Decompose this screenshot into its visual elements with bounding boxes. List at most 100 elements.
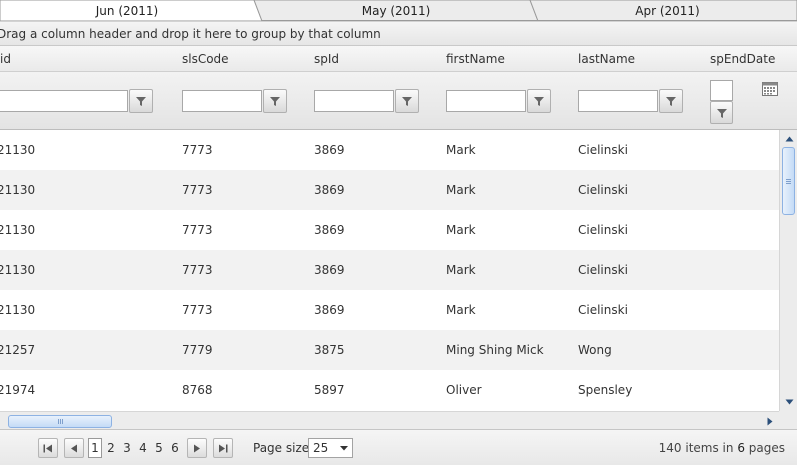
pages-count: 6 xyxy=(737,441,745,455)
spid-filter-input[interactable] xyxy=(314,90,394,112)
tab-label: May (2011) xyxy=(361,3,431,18)
arrow-right-icon xyxy=(767,417,773,425)
horizontal-scrollbar[interactable] xyxy=(0,411,779,429)
cell-firstname: Mark xyxy=(446,303,476,317)
page-size-select[interactable]: 25 xyxy=(308,438,353,458)
lastname-filter-button[interactable] xyxy=(659,89,683,113)
cell-lastname: Cielinski xyxy=(578,263,628,277)
calendar-icon xyxy=(762,82,778,96)
table-row[interactable]: 21130 7773 3869 Mark Cielinski xyxy=(0,210,779,250)
cell-firstname: Mark xyxy=(446,223,476,237)
cell-id: 21130 xyxy=(0,263,36,277)
page-number-1[interactable]: 1 xyxy=(88,438,102,458)
column-header-firstname[interactable]: firstName xyxy=(446,46,505,72)
cell-lastname: Wong xyxy=(578,343,612,357)
pages-text: pages xyxy=(744,441,785,455)
slscode-filter-button[interactable] xyxy=(263,89,287,113)
column-header-spid[interactable]: spId xyxy=(314,46,339,72)
page-size-value: 25 xyxy=(313,441,329,455)
cell-firstname: Mark xyxy=(446,263,476,277)
cell-spid: 3869 xyxy=(314,223,345,237)
tab-label: Jun (2011) xyxy=(95,3,159,18)
previous-page-button[interactable] xyxy=(64,438,84,458)
firstname-filter-button[interactable] xyxy=(527,89,551,113)
last-page-icon xyxy=(219,444,228,452)
cell-slscode: 7779 xyxy=(182,343,213,357)
group-by-hint: Drag a column header and drop it here to… xyxy=(0,26,381,41)
filter-icon xyxy=(716,108,727,118)
cell-lastname: Spensley xyxy=(578,383,633,397)
group-by-panel[interactable]: Drag a column header and drop it here to… xyxy=(0,21,797,46)
vertical-scrollbar[interactable] xyxy=(779,130,797,411)
last-page-button[interactable] xyxy=(213,438,233,458)
column-header-id[interactable]: id xyxy=(0,46,11,72)
table-row[interactable]: 21130 7773 3869 Mark Cielinski xyxy=(0,290,779,330)
items-text: items in xyxy=(681,441,738,455)
tab-label: Apr (2011) xyxy=(635,3,700,18)
spenddate-filter-button[interactable] xyxy=(710,101,733,124)
cell-spid: 3869 xyxy=(314,303,345,317)
tab-may-2011[interactable]: May (2011) xyxy=(262,0,530,21)
cell-lastname: Cielinski xyxy=(578,303,628,317)
id-filter-button[interactable] xyxy=(129,89,153,113)
calendar-button[interactable] xyxy=(762,82,780,98)
id-filter-input[interactable] xyxy=(0,90,128,112)
scroll-down-button[interactable] xyxy=(781,394,797,410)
column-header-spenddate[interactable]: spEndDate xyxy=(710,46,775,72)
table-row[interactable]: 21974 8768 5897 Oliver Spensley xyxy=(0,370,779,410)
filter-row xyxy=(0,72,797,130)
filter-icon xyxy=(534,97,544,106)
first-page-icon xyxy=(43,444,52,452)
table-row[interactable]: 21130 7773 3869 Mark Cielinski xyxy=(0,130,779,170)
spenddate-filter-input[interactable] xyxy=(710,80,733,101)
filter-icon xyxy=(666,97,676,106)
cell-firstname: Oliver xyxy=(446,383,482,397)
tab-apr-2011[interactable]: Apr (2011) xyxy=(538,0,797,21)
cell-slscode: 7773 xyxy=(182,303,213,317)
pager-bar: 1 2 3 4 5 6 Page size: 25 140 items in 6… xyxy=(0,429,797,465)
cell-slscode: 7773 xyxy=(182,143,213,157)
cell-spid: 3875 xyxy=(314,343,345,357)
spid-filter-button[interactable] xyxy=(395,89,419,113)
first-page-button[interactable] xyxy=(38,438,58,458)
filter-icon xyxy=(270,97,280,106)
grid-body: 21130 7773 3869 Mark Cielinski 21130 777… xyxy=(0,130,779,411)
cell-slscode: 7773 xyxy=(182,183,213,197)
pager-info: 140 items in 6 pages xyxy=(659,438,785,458)
table-row[interactable]: 21130 7773 3869 Mark Cielinski xyxy=(0,170,779,210)
cell-firstname: Ming Shing Mick xyxy=(446,343,544,357)
cell-lastname: Cielinski xyxy=(578,223,628,237)
scrollbar-corner xyxy=(779,411,797,429)
column-header-lastname[interactable]: lastName xyxy=(578,46,635,72)
filter-icon xyxy=(402,97,412,106)
vertical-scroll-thumb[interactable] xyxy=(782,147,795,215)
page-size-label: Page size: xyxy=(253,441,314,455)
scroll-up-button[interactable] xyxy=(781,131,797,147)
page-number-6[interactable]: 6 xyxy=(168,438,182,458)
column-header-row: id slsCode spId firstName lastName spEnd… xyxy=(0,46,797,72)
cell-firstname: Mark xyxy=(446,143,476,157)
next-page-button[interactable] xyxy=(187,438,207,458)
arrow-up-icon xyxy=(785,136,793,142)
cell-slscode: 7773 xyxy=(182,263,213,277)
cell-id: 21130 xyxy=(0,183,36,197)
page-number-4[interactable]: 4 xyxy=(136,438,150,458)
page-number-5[interactable]: 5 xyxy=(152,438,166,458)
cell-id: 21130 xyxy=(0,143,36,157)
tab-jun-2011[interactable]: Jun (2011) xyxy=(0,0,254,21)
slscode-filter-input[interactable] xyxy=(182,90,262,112)
page-number-2[interactable]: 2 xyxy=(104,438,118,458)
scroll-right-button[interactable] xyxy=(762,413,778,429)
page-number-3[interactable]: 3 xyxy=(120,438,134,458)
column-header-slscode[interactable]: slsCode xyxy=(182,46,229,72)
lastname-filter-input[interactable] xyxy=(578,90,658,112)
grip-icon xyxy=(786,179,791,184)
cell-id: 21974 xyxy=(0,383,36,397)
next-page-icon xyxy=(194,444,200,452)
tab-strip: Jun (2011) May (2011) Apr (2011) xyxy=(0,0,797,21)
firstname-filter-input[interactable] xyxy=(446,90,526,112)
horizontal-scroll-thumb[interactable] xyxy=(8,415,112,428)
table-row[interactable]: 21257 7779 3875 Ming Shing Mick Wong xyxy=(0,330,779,370)
table-row[interactable]: 21130 7773 3869 Mark Cielinski xyxy=(0,250,779,290)
chevron-down-icon xyxy=(340,446,348,451)
